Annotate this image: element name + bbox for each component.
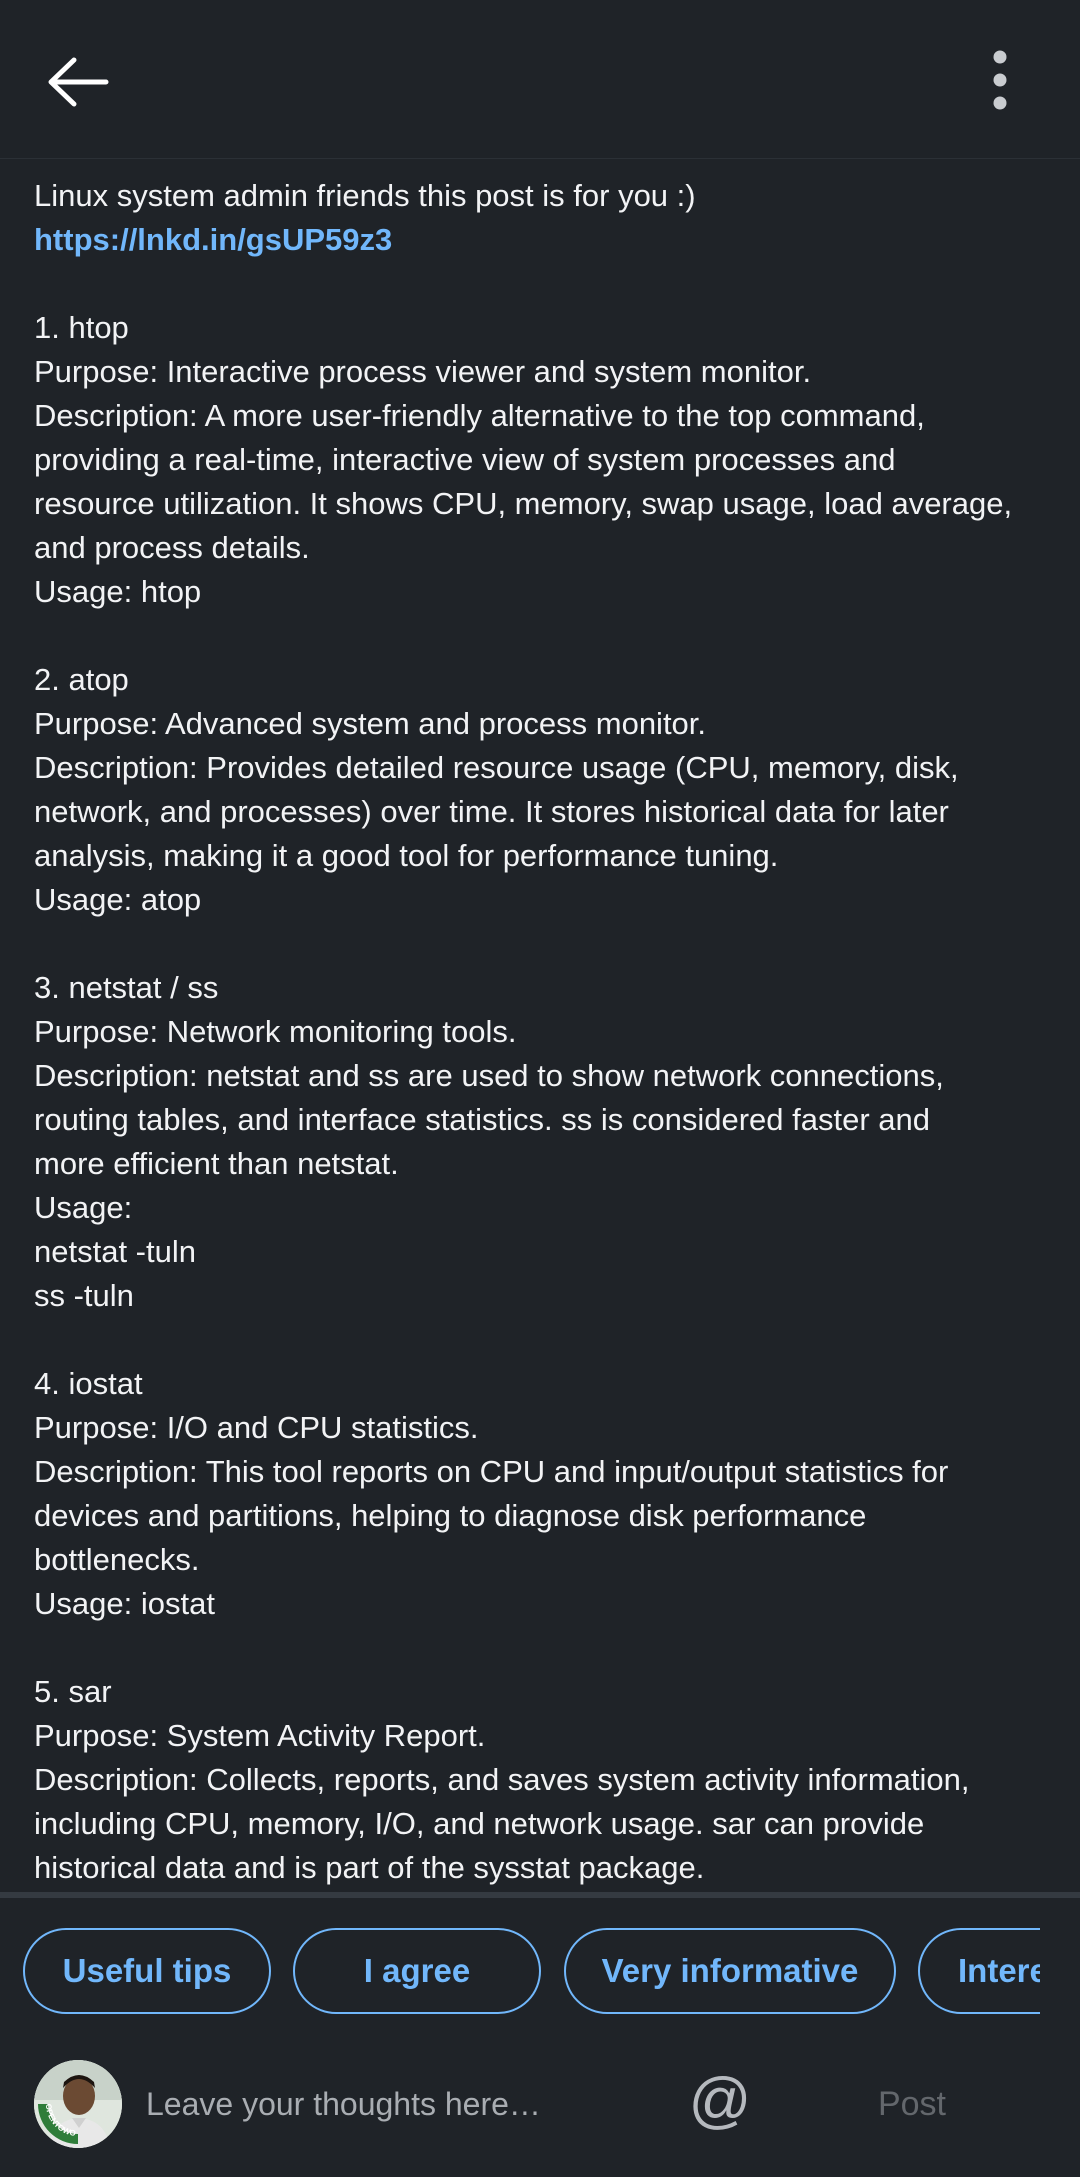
comment-input-placeholder: Leave your thoughts here… [146,2085,541,2122]
post-text-line: resource utilization. It shows CPU, memo… [34,486,1013,521]
post-text-line: 4. iostat [34,1366,143,1401]
post-text-line: historical data and is part of the sysst… [34,1850,705,1885]
post-text-line: more efficient than netstat. [34,1146,399,1181]
post-text-line: Description: netstat and ss are used to … [34,1058,944,1093]
quick-reply-chip[interactable]: Very informative [564,1928,896,2014]
post-text-line: Usage: htop [34,574,202,609]
post-body: Linux system admin friends this post is … [34,174,1054,1886]
post-text-line: Purpose: Advanced system and process mon… [34,706,707,741]
post-text-line: Purpose: I/O and CPU statistics. [34,1410,479,1445]
post-text-line: providing a real-time, interactive view … [34,442,896,477]
post-text-line: Purpose: Network monitoring tools. [34,1014,517,1049]
avatar[interactable]: OPENTOWORK [34,2060,122,2148]
post-text-line: routing tables, and interface statistics… [34,1102,931,1137]
post-text-line: devices and partitions, helping to diagn… [34,1498,867,1533]
post-text-line: network, and processes) over time. It st… [34,794,949,829]
quick-reply-chip[interactable]: Useful tips [23,1928,271,2014]
post-text-line: 5. sar [34,1674,112,1709]
top-app-bar [0,0,1080,159]
quick-reply-chip[interactable]: Intere [918,1928,1040,2014]
quick-reply-chip[interactable]: I agree [293,1928,541,2014]
post-text-line: Purpose: System Activity Report. [34,1718,486,1753]
post-text-line: 3. netstat / ss [34,970,219,1005]
arrow-left-icon [48,57,109,107]
mention-button[interactable]: @ [688,2064,752,2136]
post-text-line: ss -tuln [34,1278,134,1313]
comment-input[interactable]: Leave your thoughts here… [146,2072,666,2136]
post-text-line: Usage: [34,1190,133,1225]
comment-composer: OPENTOWORK Leave your thoughts here… @ P… [0,2048,1080,2177]
at-sign-icon: @ [688,2065,752,2135]
avatar-image: OPENTOWORK [34,2060,122,2148]
post-text-line: Description: Provides detailed resource … [34,750,959,785]
post-text-line: Description: Collects, reports, and save… [34,1762,970,1797]
post-text-line: Purpose: Interactive process viewer and … [34,354,812,389]
post-text-line: 1. htop [34,310,129,345]
post-button[interactable]: Post [862,2072,962,2136]
post-text-line: analysis, making it a good tool for perf… [34,838,779,873]
post-text-line: and process details. [34,530,310,565]
post-text-line: Usage: atop [34,882,202,917]
post-text-line: Description: This tool reports on CPU an… [34,1454,949,1489]
more-vertical-icon [993,50,1007,110]
more-options-button[interactable] [960,40,1040,120]
post-text-line: netstat -tuln [34,1234,196,1269]
post-text-line: including CPU, memory, I/O, and network … [34,1806,925,1841]
post-text-line: 2. atop [34,662,129,697]
post-text-line: bottlenecks. [34,1542,200,1577]
back-button[interactable] [38,42,118,122]
post-text-line: Description: A more user-friendly altern… [34,398,925,433]
post-text-line: Linux system admin friends this post is … [34,178,696,213]
quick-reply-chips: Useful tips I agree Very informative Intere [0,1898,1040,2048]
post-link[interactable]: https://lnkd.in/gsUP59z3 [34,218,1054,262]
post-text-line: Usage: iostat [34,1586,215,1621]
